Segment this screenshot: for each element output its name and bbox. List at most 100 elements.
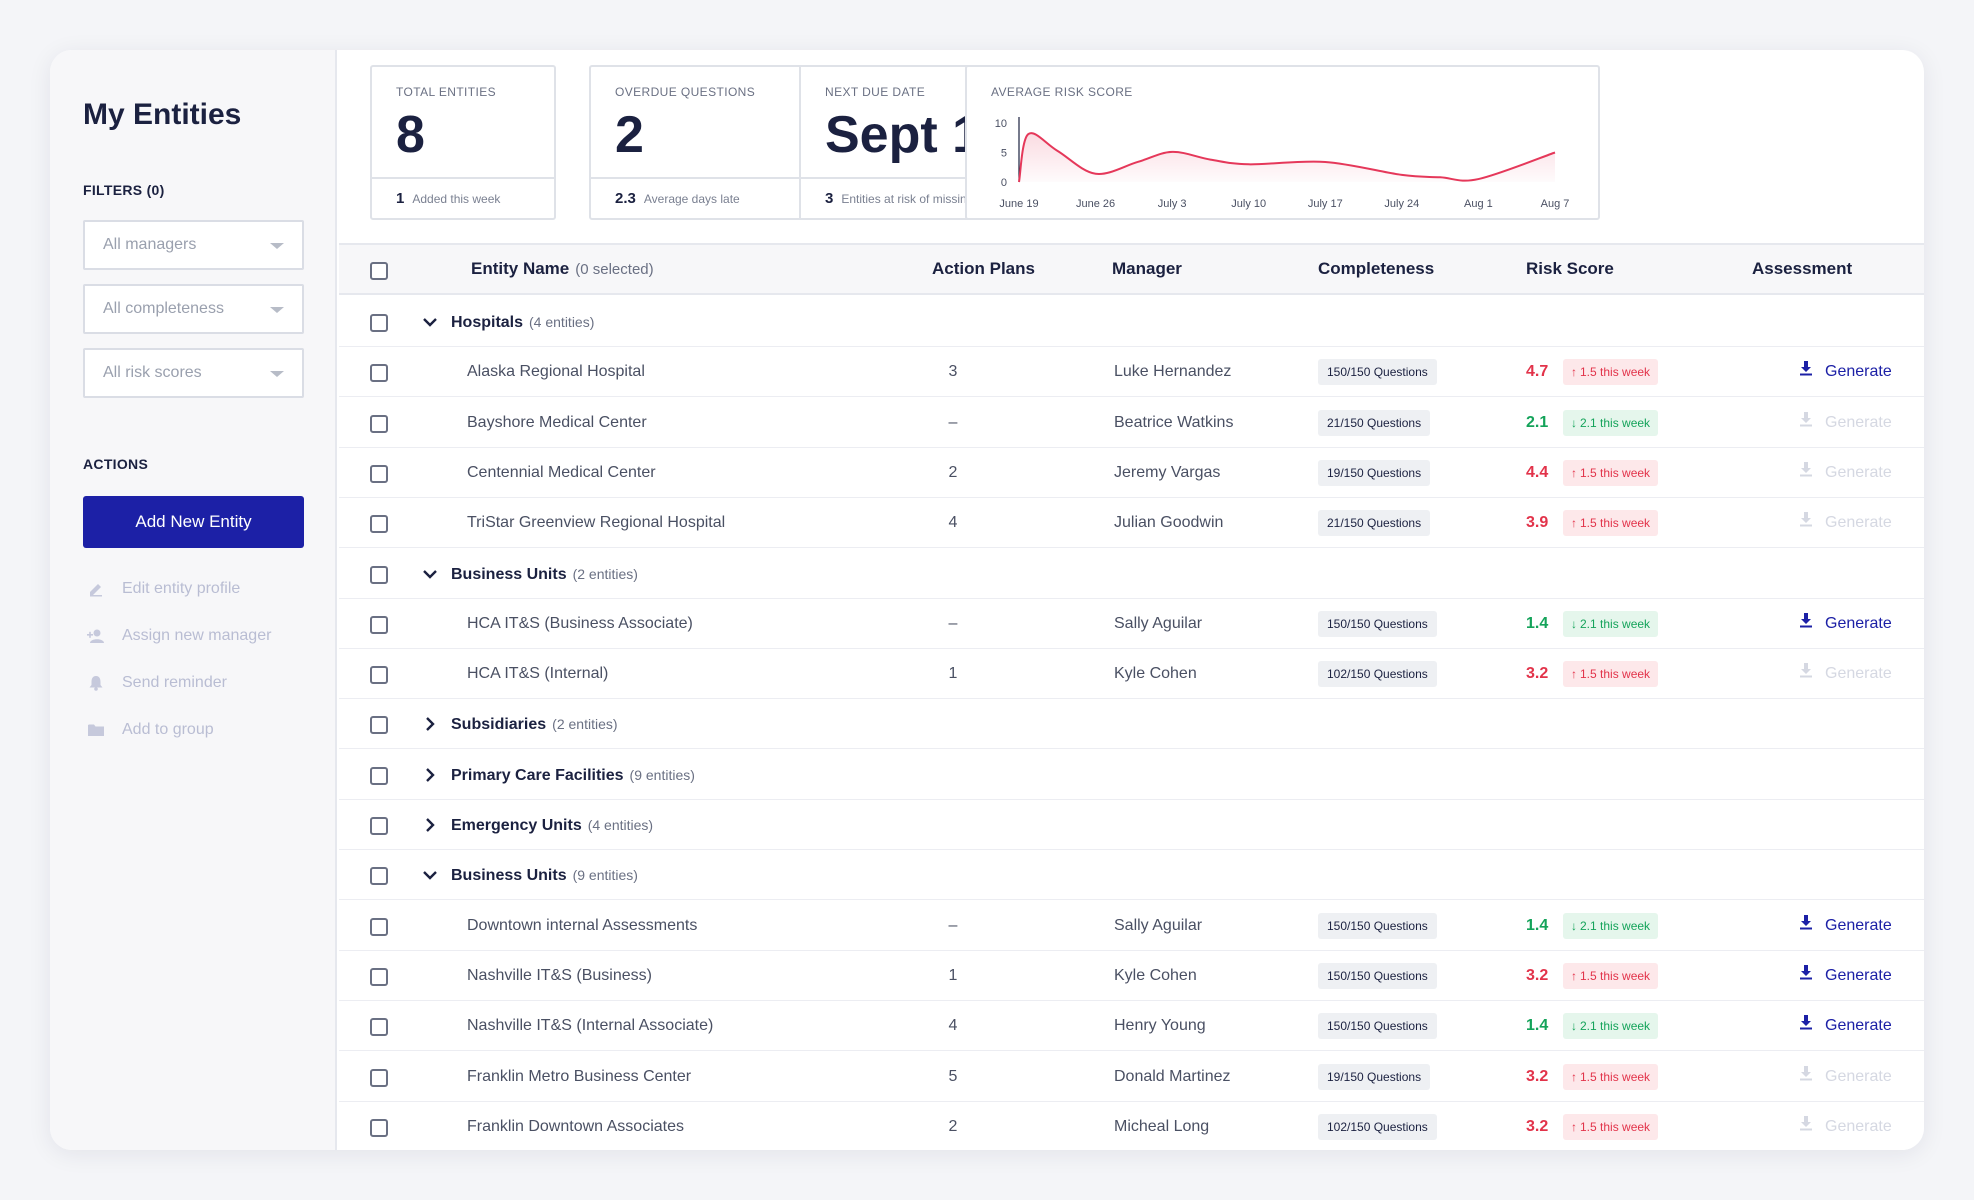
added-this-week-text: Added this week: [412, 192, 501, 206]
manager-header[interactable]: Manager: [1112, 245, 1182, 293]
group-row[interactable]: Emergency Units (4 entities): [339, 800, 1924, 850]
assign-new-manager-link[interactable]: Assign new manager: [87, 627, 271, 645]
row-checkbox[interactable]: [370, 967, 388, 986]
row-checkbox[interactable]: [370, 464, 388, 483]
send-reminder-link[interactable]: Send reminder: [87, 674, 227, 692]
entity-name[interactable]: Alaska Regional Hospital: [467, 347, 645, 397]
risk-score-value: 1.4: [1526, 1017, 1549, 1035]
row-checkbox[interactable]: [370, 766, 388, 785]
table-row[interactable]: Centennial Medical Center 2 Jeremy Vargas 1…: [339, 447, 1924, 498]
chevron-right-icon[interactable]: [420, 714, 440, 734]
generate-button: Generate: [1799, 498, 1892, 548]
download-icon: [1799, 448, 1813, 498]
risk-filter-select[interactable]: All risk scores: [83, 348, 304, 398]
entity-name[interactable]: Centennial Medical Center: [467, 448, 656, 498]
add-new-entity-button[interactable]: Add New Entity: [83, 496, 304, 548]
table-row[interactable]: TriStar Greenview Regional Hospital 4 Juli…: [339, 498, 1924, 549]
group-label: Emergency Units: [451, 817, 582, 834]
row-checkbox[interactable]: [370, 515, 388, 534]
row-checkbox[interactable]: [370, 1118, 388, 1137]
added-this-week-count: 1: [396, 190, 405, 207]
generate-button: Generate: [1799, 448, 1892, 498]
group-row[interactable]: Business Units (9 entities): [339, 850, 1924, 901]
table-row[interactable]: Franklin Metro Business Center 5 Donald Ma…: [339, 1051, 1924, 1102]
table-row[interactable]: Alaska Regional Hospital 3 Luke Hernandez 1…: [339, 347, 1924, 398]
arrow-up-icon: ↑: [1571, 1069, 1577, 1084]
row-checkbox[interactable]: [370, 565, 388, 584]
chevron-right-icon[interactable]: [420, 815, 440, 835]
action-plans-header[interactable]: Action Plans: [932, 245, 1035, 293]
row-checkbox[interactable]: [370, 615, 388, 634]
select-all-checkbox[interactable]: [370, 262, 388, 280]
generate-button[interactable]: Generate: [1799, 951, 1892, 1001]
risk-trend-badge: ↓ 2.1 this week: [1563, 610, 1659, 637]
risk-score-header[interactable]: Risk Score: [1526, 245, 1614, 293]
table-row[interactable]: Nashville IT&S (Internal Associate) 4 Henr…: [339, 1001, 1924, 1052]
total-entities-label: TOTAL ENTITIES: [396, 85, 497, 99]
generate-button[interactable]: Generate: [1799, 1001, 1892, 1051]
row-checkbox[interactable]: [370, 364, 388, 383]
group-row[interactable]: Primary Care Facilities (9 entities): [339, 749, 1924, 801]
add-to-group-label: Add to group: [122, 721, 214, 738]
entity-name[interactable]: Franklin Metro Business Center: [467, 1052, 691, 1102]
entity-name[interactable]: HCA IT&S (Business Associate): [467, 599, 693, 649]
entity-name[interactable]: Franklin Downtown Associates: [467, 1102, 684, 1150]
entity-name[interactable]: Nashville IT&S (Business): [467, 951, 652, 1001]
group-name[interactable]: Business Units (2 entities): [451, 549, 638, 600]
manager-filter-select[interactable]: All managers: [83, 220, 304, 270]
assessment-header[interactable]: Assessment: [1752, 245, 1852, 293]
table-row[interactable]: Downtown internal Assessments – Sally Agui…: [339, 900, 1924, 951]
sidebar: My Entities FILTERS (0) All managers All…: [50, 50, 337, 1150]
row-checkbox[interactable]: [370, 1068, 388, 1087]
entity-name[interactable]: Nashville IT&S (Internal Associate): [467, 1001, 713, 1051]
table-row[interactable]: Nashville IT&S (Business) 1 Kyle Cohen 150/…: [339, 950, 1924, 1001]
entity-name[interactable]: HCA IT&S (Internal): [467, 649, 608, 699]
risk-trend-badge: ↑ 1.5 this week: [1563, 459, 1659, 486]
row-checkbox[interactable]: [370, 314, 388, 332]
table-row[interactable]: HCA IT&S (Internal) 1 Kyle Cohen 102/150 Qu…: [339, 649, 1924, 700]
chevron-down-icon[interactable]: [420, 312, 440, 332]
generate-button[interactable]: Generate: [1799, 599, 1892, 649]
generate-button[interactable]: Generate: [1799, 901, 1892, 951]
group-row[interactable]: Business Units (2 entities): [339, 548, 1924, 600]
entity-name[interactable]: Bayshore Medical Center: [467, 398, 647, 448]
table-row[interactable]: Franklin Downtown Associates 2 Micheal Lon…: [339, 1101, 1924, 1150]
risk-trend-badge: ↑ 1.5 this week: [1563, 661, 1659, 688]
group-name[interactable]: Primary Care Facilities (9 entities): [451, 750, 695, 801]
row-checkbox[interactable]: [370, 414, 388, 433]
group-name[interactable]: Business Units (9 entities): [451, 850, 638, 901]
row-checkbox[interactable]: [370, 716, 388, 735]
group-row[interactable]: Hospitals (4 entities): [339, 297, 1924, 347]
generate-label: Generate: [1825, 463, 1892, 481]
entity-name[interactable]: Downtown internal Assessments: [467, 901, 697, 951]
row-checkbox[interactable]: [370, 917, 388, 936]
entity-name[interactable]: TriStar Greenview Regional Hospital: [467, 498, 725, 548]
chevron-right-icon[interactable]: [420, 765, 440, 785]
risk-score-value: 2.1: [1526, 413, 1549, 431]
table-row[interactable]: HCA IT&S (Business Associate) – Sally Agui…: [339, 598, 1924, 649]
group-name[interactable]: Emergency Units (4 entities): [451, 800, 653, 851]
row-checkbox[interactable]: [370, 867, 388, 886]
arrow-down-icon: ↓: [1571, 616, 1577, 631]
edit-entity-profile-label: Edit entity profile: [122, 580, 241, 597]
x-tick-label: Aug 1: [1464, 198, 1493, 210]
chevron-down-icon[interactable]: [420, 865, 440, 885]
completeness-filter-select[interactable]: All completeness: [83, 284, 304, 334]
add-to-group-link[interactable]: Add to group: [87, 721, 214, 739]
risk-trend-text: 1.5 this week: [1580, 1119, 1651, 1134]
chevron-down-icon[interactable]: [420, 564, 440, 584]
table-row[interactable]: Bayshore Medical Center – Beatrice Watkins…: [339, 397, 1924, 448]
group-name[interactable]: Subsidiaries (2 entities): [451, 699, 618, 750]
row-checkbox[interactable]: [370, 817, 388, 835]
edit-entity-profile-link[interactable]: Edit entity profile: [87, 580, 240, 598]
group-name[interactable]: Hospitals (4 entities): [451, 297, 594, 348]
generate-button: Generate: [1799, 1052, 1892, 1102]
entity-name-header[interactable]: Entity Name (0 selected): [471, 245, 654, 294]
row-checkbox[interactable]: [370, 1018, 388, 1037]
download-icon: [1799, 398, 1813, 448]
group-row[interactable]: Subsidiaries (2 entities): [339, 699, 1924, 750]
completeness-header[interactable]: Completeness: [1318, 245, 1434, 293]
row-checkbox[interactable]: [370, 666, 388, 685]
risk-trend-text: 2.1 this week: [1580, 1019, 1651, 1034]
generate-button[interactable]: Generate: [1799, 347, 1892, 397]
